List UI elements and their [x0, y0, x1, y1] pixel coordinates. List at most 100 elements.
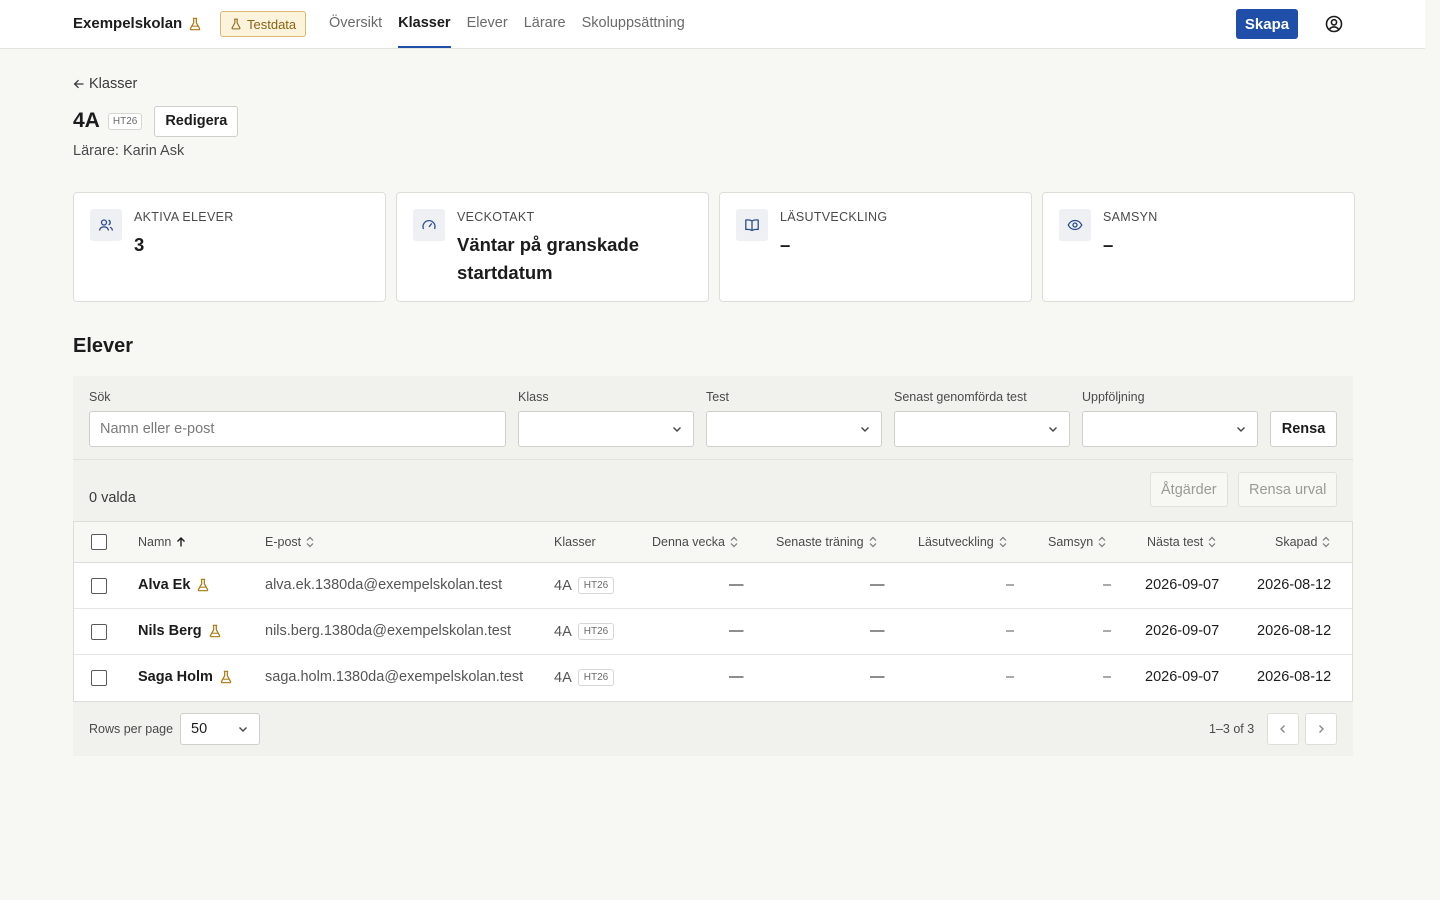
student-class: 4A HT26	[554, 577, 615, 594]
clear-filters-button[interactable]: Rensa	[1270, 411, 1337, 447]
latest-training-value: —	[870, 577, 885, 593]
actions-button[interactable]: Åtgärder	[1150, 472, 1228, 507]
sort-icon	[999, 536, 1007, 548]
create-button[interactable]: Skapa	[1236, 9, 1298, 39]
column-header-email[interactable]: E-post	[265, 535, 315, 549]
chevron-down-icon	[673, 427, 681, 432]
clear-selection-button[interactable]: Rensa urval	[1238, 472, 1338, 507]
column-label: Klasser	[554, 535, 596, 549]
section-title-students: Elever	[73, 335, 134, 357]
table-header: Namn E-post Klasser Denna vecka Senaste …	[74, 522, 1352, 563]
student-name[interactable]: Alva Ek	[138, 577, 210, 593]
reading-value: –	[1006, 623, 1015, 639]
column-header-created[interactable]: Skapad	[1275, 535, 1331, 549]
users-icon	[98, 219, 114, 231]
column-header-next-test[interactable]: Nästa test	[1147, 535, 1217, 549]
student-email: saga.holm.1380da@exempelskolan.test	[265, 669, 524, 685]
user-account-icon[interactable]	[1324, 14, 1344, 34]
column-header-this-week[interactable]: Denna vecka	[652, 535, 739, 549]
nav-klasser[interactable]: Klasser	[398, 0, 451, 48]
testdata-label: Testdata	[247, 16, 297, 32]
teacher-info: Lärare: Karin Ask	[73, 143, 185, 159]
this-week-value: —	[729, 623, 744, 639]
flask-icon	[220, 670, 232, 684]
main-nav: Översikt Klasser Elever Lärare Skoluppsä…	[329, 0, 685, 48]
eye-icon-box	[1059, 209, 1091, 241]
sort-ascending-icon	[177, 537, 186, 547]
rows-per-page-select[interactable]: 50	[180, 713, 260, 745]
nav-larare[interactable]: Lärare	[524, 0, 566, 48]
nav-oversikt[interactable]: Översikt	[329, 0, 382, 48]
stat-label: Veckotakt	[457, 210, 535, 224]
samsyn-value: –	[1103, 577, 1112, 593]
table-footer: Rows per page 50 1–3 of 3	[73, 702, 1353, 756]
row-checkbox[interactable]	[91, 670, 107, 686]
next-test-value: 2026-09-07	[1145, 623, 1220, 639]
rows-per-page-value: 50	[191, 721, 208, 737]
eye-icon	[1067, 219, 1083, 231]
nav-skoluppsattning[interactable]: Skoluppsättning	[582, 0, 685, 48]
column-label: Senaste träning	[776, 535, 864, 549]
chevron-right-icon	[1319, 725, 1324, 733]
student-name-text: Nils Berg	[138, 623, 202, 639]
column-label: Läsutveckling	[918, 535, 994, 549]
edit-button[interactable]: Redigera	[154, 105, 239, 137]
column-header-reading[interactable]: Läsutveckling	[918, 535, 1008, 549]
next-page-button[interactable]	[1305, 713, 1337, 745]
page-title: 4A	[73, 109, 100, 132]
table-row[interactable]: Nils Berg nils.berg.1380da@exempelskolan…	[74, 609, 1352, 655]
gauge-icon-box	[413, 209, 445, 241]
pagination-range: 1–3 of 3	[1209, 722, 1255, 736]
sort-icon	[869, 536, 876, 548]
followup-filter-select[interactable]	[1082, 411, 1258, 447]
rows-per-page-label: Rows per page	[89, 722, 174, 736]
stat-label: Aktiva elever	[134, 210, 234, 224]
search-label: Sök	[89, 390, 111, 404]
stat-value: –	[780, 234, 791, 255]
sort-icon	[306, 536, 314, 548]
sort-icon	[730, 536, 738, 548]
filter-bar: Sök Klass Test Senast genomförda test Up…	[73, 376, 1353, 460]
gauge-icon	[422, 219, 436, 230]
column-header-name[interactable]: Namn	[138, 535, 187, 549]
students-table: Namn E-post Klasser Denna vecka Senaste …	[73, 521, 1353, 702]
back-link[interactable]: Klasser	[73, 76, 137, 92]
student-name-text: Alva Ek	[138, 577, 191, 593]
samsyn-value: –	[1103, 669, 1112, 685]
class-filter-select[interactable]	[518, 411, 694, 447]
book-icon	[745, 219, 759, 232]
chevron-down-icon	[1049, 427, 1057, 432]
brand[interactable]: Exempelskolan	[73, 15, 202, 32]
table-row[interactable]: Saga Holm saga.holm.1380da@exempelskolan…	[74, 655, 1352, 701]
search-input[interactable]	[89, 411, 506, 447]
stat-value: 3	[134, 234, 145, 255]
column-header-samsyn[interactable]: Samsyn	[1048, 535, 1107, 549]
class-filter-label: Klass	[518, 390, 549, 404]
column-label: Namn	[138, 535, 172, 549]
column-label: Skapad	[1275, 535, 1318, 549]
samsyn-value: –	[1103, 623, 1112, 639]
created-value: 2026-08-12	[1257, 623, 1332, 639]
class-name: 4A	[554, 669, 572, 686]
student-email: alva.ek.1380da@exempelskolan.test	[265, 577, 503, 593]
chevron-down-icon	[1237, 427, 1245, 432]
sort-icon	[1098, 536, 1106, 548]
flask-icon	[209, 624, 220, 638]
column-header-latest-training[interactable]: Senaste träning	[776, 535, 878, 549]
reading-value: –	[1006, 669, 1015, 685]
student-class: 4A HT26	[554, 623, 615, 640]
row-checkbox[interactable]	[91, 624, 107, 640]
nav-elever[interactable]: Elever	[467, 0, 508, 48]
this-week-value: —	[729, 577, 744, 593]
reading-value: –	[1006, 577, 1015, 593]
latest-test-filter-select[interactable]	[894, 411, 1070, 447]
column-label: Samsyn	[1048, 535, 1094, 549]
previous-page-button[interactable]	[1267, 713, 1299, 745]
student-name[interactable]: Nils Berg	[138, 623, 222, 639]
student-name[interactable]: Saga Holm	[138, 669, 233, 685]
student-class: 4A HT26	[554, 669, 615, 686]
select-all-checkbox[interactable]	[91, 534, 107, 550]
row-checkbox[interactable]	[91, 578, 107, 594]
table-row[interactable]: Alva Ek alva.ek.1380da@exempelskolan.tes…	[74, 563, 1352, 609]
test-filter-select[interactable]	[706, 411, 882, 447]
